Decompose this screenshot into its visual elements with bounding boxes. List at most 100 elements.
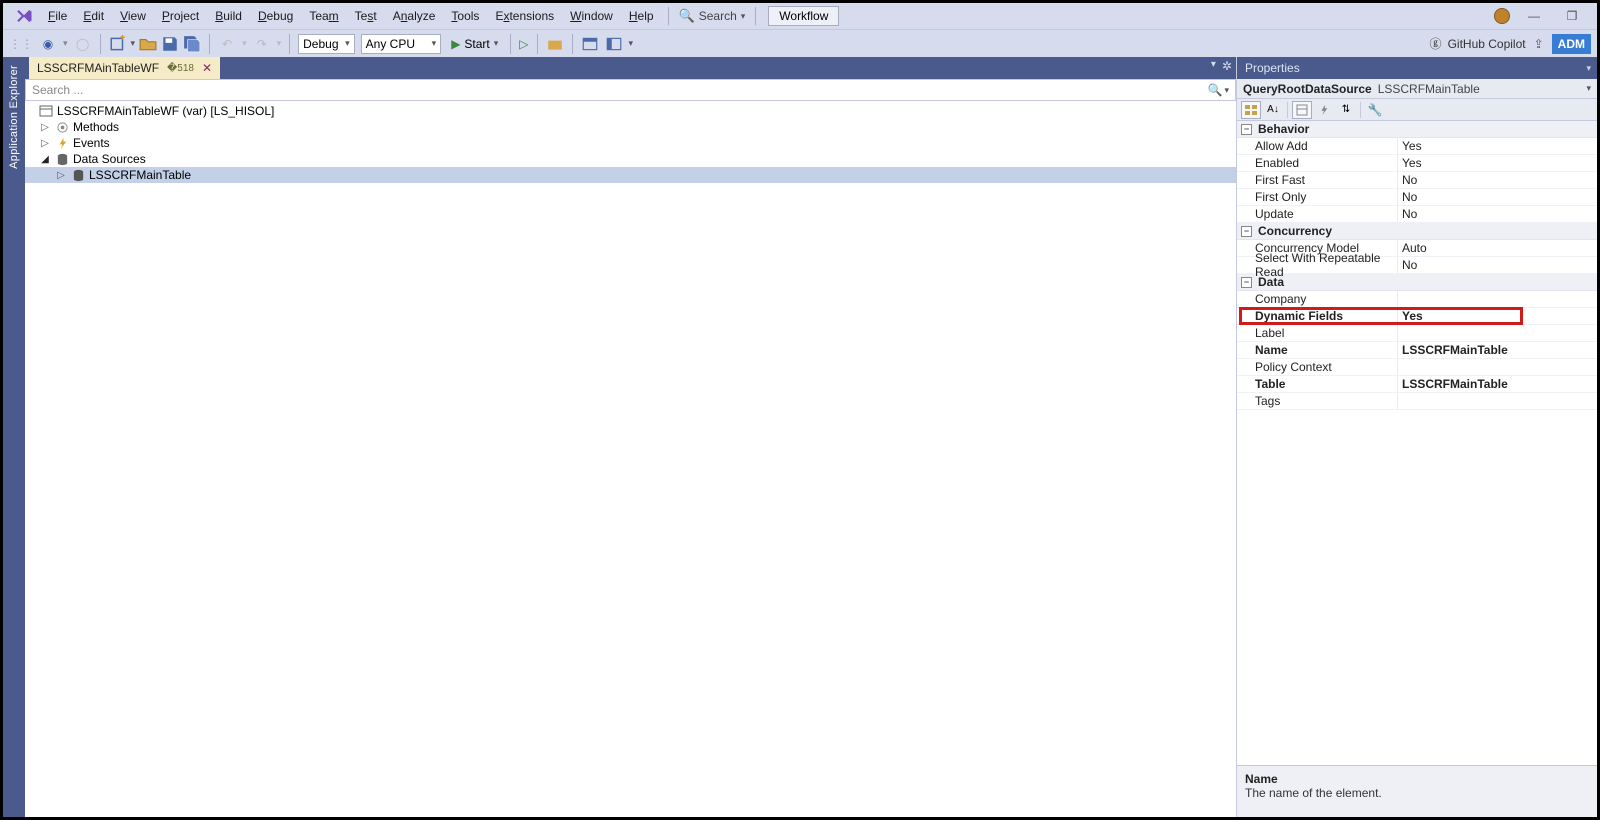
separator <box>755 7 756 25</box>
play-no-debug-icon[interactable]: ▷ <box>519 37 528 51</box>
document-tabstrip: LSSCRFMAinTableWF �518 ✕ ▾ ✲ <box>25 57 1236 79</box>
separator <box>289 34 290 54</box>
prop-enabled[interactable]: EnabledYes <box>1237 155 1597 172</box>
adm-badge: ADM <box>1552 34 1591 54</box>
prop-first-fast[interactable]: First FastNo <box>1237 172 1597 189</box>
save-all-button[interactable] <box>183 35 201 53</box>
prop-allow-add[interactable]: Allow AddYes <box>1237 138 1597 155</box>
separator <box>510 34 511 54</box>
panel-button-2[interactable] <box>605 35 623 53</box>
application-explorer-rail[interactable]: Application Explorer <box>3 57 25 817</box>
menu-file[interactable]: File <box>40 5 75 27</box>
designer-tree[interactable]: LSSCRFMAinTableWF (var) [LS_HISOL] ▷ Met… <box>25 101 1236 817</box>
undo-button[interactable]: ↶ <box>218 35 236 53</box>
menu-help[interactable]: Help <box>621 5 662 27</box>
prop-company[interactable]: Company <box>1237 291 1597 308</box>
menu-build[interactable]: Build <box>207 5 250 27</box>
open-button[interactable] <box>139 35 157 53</box>
new-project-button[interactable] <box>109 35 127 53</box>
chevron-down-icon[interactable]: ▾ <box>1224 85 1229 96</box>
toolbar-grip-icon: ⋮⋮ <box>9 37 33 51</box>
workflow-button[interactable]: Workflow <box>768 6 839 26</box>
menu-team[interactable]: Team <box>301 5 346 27</box>
tree-datasources[interactable]: ◢ Data Sources <box>25 151 1236 167</box>
save-button[interactable] <box>161 35 179 53</box>
tree-events[interactable]: ▷ Events <box>25 135 1236 151</box>
expand-icon[interactable]: ▷ <box>39 138 51 149</box>
designer-search[interactable]: Search ... 🔍 ▾ <box>25 79 1236 101</box>
categorized-button[interactable] <box>1241 101 1261 119</box>
document-tab[interactable]: LSSCRFMAinTableWF �518 ✕ <box>29 57 220 79</box>
chevron-down-icon[interactable]: ▾ <box>629 38 634 49</box>
properties-object-selector[interactable]: QueryRootDataSource LSSCRFMainTable ▾ <box>1237 79 1597 99</box>
prop-dynamic-fields[interactable]: Dynamic FieldsYes <box>1237 308 1597 325</box>
menu-debug[interactable]: Debug <box>250 5 301 27</box>
search-icon: 🔍 <box>679 8 695 24</box>
separator <box>572 34 573 54</box>
prop-update[interactable]: UpdateNo <box>1237 206 1597 223</box>
quick-search[interactable]: 🔍 Search ▾ <box>675 8 750 24</box>
pin-icon[interactable]: �518 <box>167 63 194 74</box>
prop-name[interactable]: NameLSSCRFMainTable <box>1237 342 1597 359</box>
chevron-down-icon[interactable]: ▾ <box>131 38 136 49</box>
nav-fwd-button[interactable]: ◯ <box>74 35 92 53</box>
chevron-down-icon: ▾ <box>345 38 350 49</box>
category-behavior[interactable]: −Behavior <box>1237 121 1597 138</box>
separator <box>668 7 669 25</box>
chevron-down-icon: ▾ <box>741 11 746 22</box>
properties-title[interactable]: Properties ▾ <box>1237 57 1597 79</box>
prop-repeatable-read[interactable]: Select With Repeatable ReadNo <box>1237 257 1597 274</box>
menu-window[interactable]: Window <box>562 5 621 27</box>
alphabetical-button[interactable]: A↓ <box>1263 101 1283 119</box>
menu-test[interactable]: Test <box>347 5 385 27</box>
tree-methods[interactable]: ▷ Methods <box>25 119 1236 135</box>
menu-analyze[interactable]: Analyze <box>385 5 444 27</box>
bolt-icon <box>55 136 69 150</box>
events-button[interactable] <box>1314 101 1334 119</box>
prop-policy-context[interactable]: Policy Context <box>1237 359 1597 376</box>
close-icon[interactable]: ✕ <box>202 61 212 75</box>
restore-button[interactable]: ❐ <box>1558 6 1586 26</box>
redo-button[interactable]: ↷ <box>253 35 271 53</box>
copilot-button[interactable]: ⓖ GitHub Copilot <box>1430 35 1526 52</box>
menu-extensions[interactable]: Extensions <box>487 5 562 27</box>
tab-overflow-icon[interactable]: ▾ <box>1211 59 1216 73</box>
tree-root[interactable]: LSSCRFMAinTableWF (var) [LS_HISOL] <box>25 103 1236 119</box>
config-combo[interactable]: Debug▾ <box>298 34 355 54</box>
prop-label[interactable]: Label <box>1237 325 1597 342</box>
separator <box>209 34 210 54</box>
tab-settings-icon[interactable]: ✲ <box>1222 59 1232 73</box>
chevron-down-icon[interactable]: ▾ <box>1586 63 1591 74</box>
menu-view[interactable]: View <box>112 5 154 27</box>
menu-edit[interactable]: Edit <box>75 5 112 27</box>
tree-datasource-item[interactable]: ▷ LSSCRFMainTable <box>25 167 1236 183</box>
category-concurrency[interactable]: −Concurrency <box>1237 223 1597 240</box>
share-icon[interactable]: ⇪ <box>1534 37 1544 51</box>
separator <box>1287 102 1288 118</box>
property-grid[interactable]: −Behavior Allow AddYes EnabledYes First … <box>1237 121 1597 765</box>
expand-icon[interactable]: ▷ <box>39 122 51 133</box>
toolbox-button[interactable] <box>546 35 564 53</box>
database-icon <box>71 168 85 182</box>
menu-project[interactable]: Project <box>154 5 207 27</box>
prop-table[interactable]: TableLSSCRFMainTable <box>1237 376 1597 393</box>
prop-first-only[interactable]: First OnlyNo <box>1237 189 1597 206</box>
nav-back-button[interactable]: ◉ <box>39 35 57 53</box>
search-icon: 🔍 <box>1208 83 1223 97</box>
expand-icon[interactable]: ▷ <box>55 170 67 181</box>
search-placeholder: Search ... <box>32 83 1208 97</box>
user-avatar[interactable] <box>1494 8 1510 24</box>
wrench-button[interactable]: 🔧 <box>1365 101 1385 119</box>
prop-tags[interactable]: Tags <box>1237 393 1597 410</box>
platform-combo[interactable]: Any CPU▾ <box>361 34 442 54</box>
chevron-down-icon[interactable]: ▾ <box>63 38 68 49</box>
minimize-button[interactable]: — <box>1520 6 1548 26</box>
properties-button[interactable] <box>1292 101 1312 119</box>
prop-sort-button[interactable]: ⇅ <box>1336 101 1356 119</box>
menu-tools[interactable]: Tools <box>443 5 487 27</box>
collapse-icon[interactable]: ◢ <box>39 154 51 165</box>
menu-bar: File Edit View Project Build Debug Team … <box>3 3 1597 29</box>
panel-button-1[interactable] <box>581 35 599 53</box>
start-button[interactable]: ▶ Start ▾ <box>447 37 502 51</box>
properties-toolbar: A↓ ⇅ 🔧 <box>1237 99 1597 121</box>
